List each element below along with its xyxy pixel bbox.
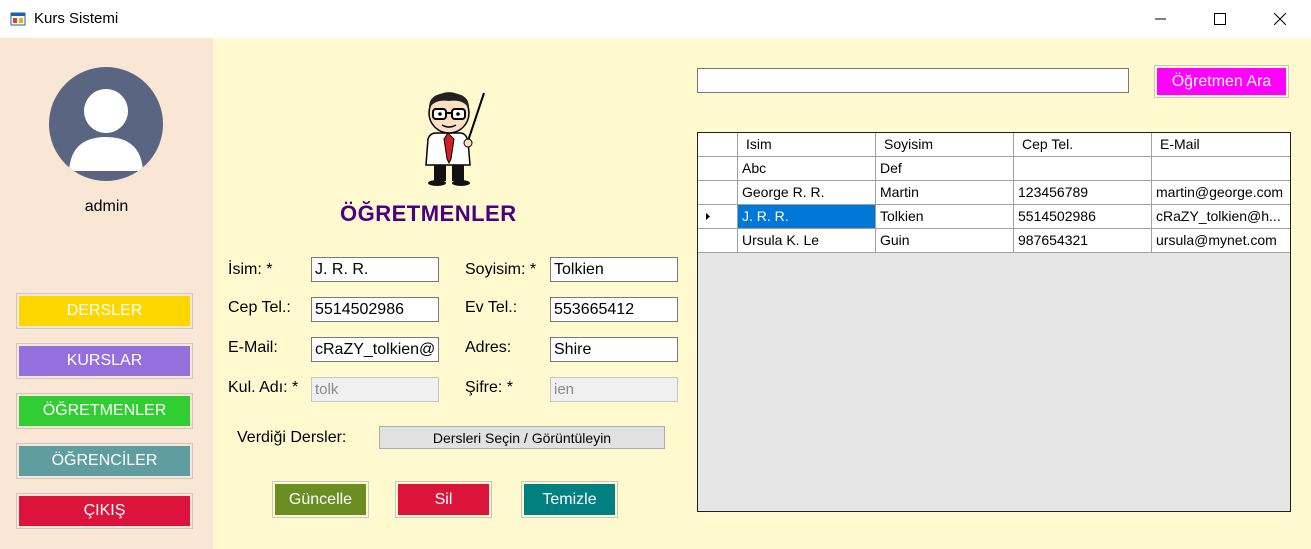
user-name: admin <box>84 198 129 215</box>
table-row[interactable]: Abc Def <box>698 157 1290 181</box>
table-cell[interactable]: Guin <box>876 229 1014 253</box>
nav-ogrenciler-button[interactable]: ÖĞRENCİLER <box>16 443 193 479</box>
user-icon <box>69 89 143 171</box>
current-row-arrow-icon <box>706 213 710 220</box>
nav-dersler-button[interactable]: DERSLER <box>16 293 193 329</box>
table-cell[interactable]: 5514502986 <box>1014 205 1152 229</box>
minimize-icon <box>1155 18 1166 20</box>
select-courses-button[interactable]: Dersleri Seçin / Görüntüleyin <box>379 426 665 449</box>
table-cell[interactable]: George R. R. <box>738 181 876 205</box>
email-field[interactable]: cRaZY_tolkien@ <box>311 337 439 362</box>
table-cell[interactable]: Def <box>876 157 1014 181</box>
nav-cikis-label: ÇIKIŞ <box>19 496 190 526</box>
kul-adi-label: Kul. Adı: * <box>228 379 299 396</box>
row-header[interactable] <box>698 181 738 205</box>
search-teacher-label: Öğretmen Ara <box>1157 68 1286 95</box>
table-cell[interactable]: Ursula K. Le <box>738 229 876 253</box>
table-cell-selected[interactable]: J. R. R. <box>738 205 876 229</box>
window-title: Kurs Sistemi <box>34 10 119 27</box>
search-input[interactable] <box>697 68 1129 93</box>
app-icon <box>10 12 26 26</box>
row-header[interactable] <box>698 229 738 253</box>
table-cell[interactable]: 987654321 <box>1014 229 1152 253</box>
table-cell[interactable]: ursula@mynet.com <box>1152 229 1290 253</box>
row-header[interactable] <box>698 205 738 229</box>
update-button[interactable]: Güncelle <box>272 481 369 518</box>
nav-ogretmenler-label: ÖĞRETMENLER <box>19 396 190 426</box>
teachers-table: Isim Soyisim Cep Tel. E-Mail Abc Def Geo… <box>697 132 1291 512</box>
cep-tel-label: Cep Tel.: <box>228 299 291 316</box>
nav-ogrenciler-label: ÖĞRENCİLER <box>19 446 190 476</box>
nav-kurslar-button[interactable]: KURSLAR <box>16 343 193 379</box>
table-cell[interactable]: martin@george.com <box>1152 181 1290 205</box>
minimize-button[interactable] <box>1131 0 1191 38</box>
column-header-soyisim[interactable]: Soyisim <box>876 133 1014 157</box>
table-cell[interactable]: Abc <box>738 157 876 181</box>
nav-cikis-button[interactable]: ÇIKIŞ <box>16 493 193 529</box>
sifre-field: ien <box>550 377 678 402</box>
column-header-email[interactable]: E-Mail <box>1152 133 1290 157</box>
table-cell[interactable]: 123456789 <box>1014 181 1152 205</box>
clear-label: Temizle <box>524 484 615 515</box>
soyisim-label: Soyisim: * <box>465 261 537 278</box>
delete-button[interactable]: Sil <box>395 481 492 518</box>
page-title: ÖĞRETMENLER <box>340 201 517 226</box>
nav-kurslar-label: KURSLAR <box>19 346 190 376</box>
sifre-label: Şifre: * <box>465 379 514 396</box>
close-icon <box>1274 13 1286 25</box>
table-cell[interactable] <box>1152 157 1290 181</box>
ev-tel-label: Ev Tel.: <box>465 299 518 316</box>
column-header-isim[interactable]: Isim <box>738 133 876 157</box>
table-row[interactable]: George R. R. Martin 123456789 martin@geo… <box>698 181 1290 205</box>
close-button[interactable] <box>1250 0 1310 38</box>
table-row-selected[interactable]: J. R. R. Tolkien 5514502986 cRaZY_tolkie… <box>698 205 1290 229</box>
isim-label: İsim: * <box>228 261 273 278</box>
table-cell[interactable] <box>1014 157 1152 181</box>
kul-adi-field: tolk <box>311 377 439 402</box>
ev-tel-field[interactable]: 553665412 <box>550 297 678 322</box>
avatar <box>49 67 163 181</box>
soyisim-field[interactable]: Tolkien <box>550 257 678 282</box>
corner-header <box>698 133 738 157</box>
isim-field[interactable]: J. R. R. <box>311 257 439 282</box>
adres-field[interactable]: Shire <box>550 337 678 362</box>
table-row[interactable]: Ursula K. Le Guin 987654321 ursula@mynet… <box>698 229 1290 253</box>
maximize-icon <box>1214 13 1226 25</box>
table-header-row: Isim Soyisim Cep Tel. E-Mail <box>698 133 1290 157</box>
update-label: Güncelle <box>275 484 366 515</box>
verdigi-dersler-label: Verdiği Dersler: <box>237 429 347 446</box>
nav-dersler-label: DERSLER <box>19 296 190 326</box>
table-cell[interactable]: Tolkien <box>876 205 1014 229</box>
delete-label: Sil <box>398 484 489 515</box>
clear-button[interactable]: Temizle <box>521 481 618 518</box>
adres-label: Adres: <box>465 339 512 356</box>
nav-ogretmenler-button[interactable]: ÖĞRETMENLER <box>16 393 193 429</box>
sidebar: admin DERSLER KURSLAR ÖĞRETMENLER ÖĞRENC… <box>0 38 213 549</box>
table-cell[interactable]: cRaZY_tolkien@h... <box>1152 205 1290 229</box>
row-header[interactable] <box>698 157 738 181</box>
search-teacher-button[interactable]: Öğretmen Ara <box>1154 65 1289 98</box>
table-cell[interactable]: Martin <box>876 181 1014 205</box>
email-label: E-Mail: <box>228 339 278 356</box>
teacher-icon <box>425 92 485 186</box>
column-header-cep-tel[interactable]: Cep Tel. <box>1014 133 1152 157</box>
cep-tel-field[interactable]: 5514502986 <box>311 297 439 322</box>
maximize-button[interactable] <box>1190 0 1250 38</box>
title-bar: Kurs Sistemi <box>0 0 1311 38</box>
